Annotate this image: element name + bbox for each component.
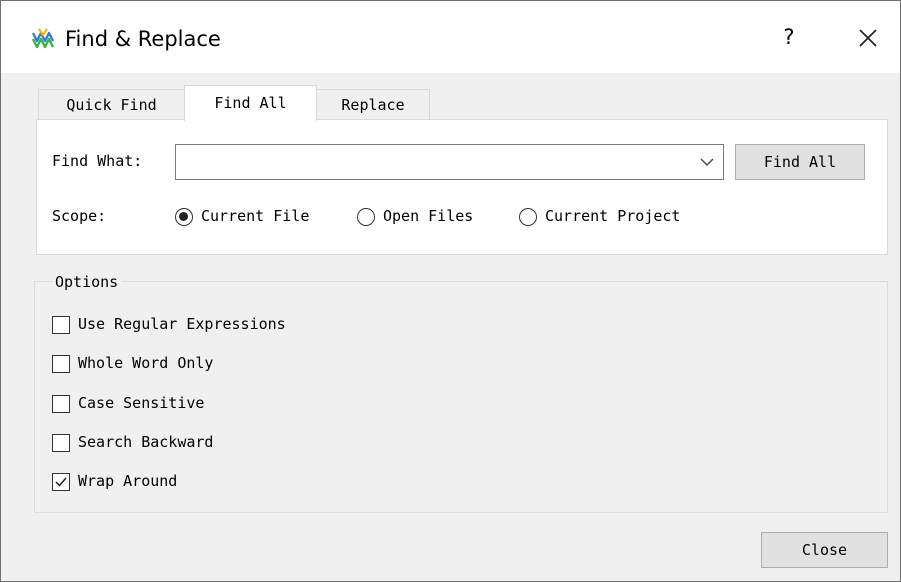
find-what-label: Find What:	[52, 152, 143, 170]
checkbox-unchecked-icon[interactable]	[52, 355, 70, 373]
checkbox-unchecked-icon[interactable]	[52, 316, 70, 334]
whole-word-label[interactable]: Whole Word Only	[78, 354, 213, 372]
radio-unselected-icon[interactable]	[357, 208, 375, 226]
find-what-input[interactable]	[180, 149, 684, 177]
checkmark-icon	[55, 477, 67, 487]
gowin-logo-icon	[31, 28, 55, 49]
scope-current-project-label[interactable]: Current Project	[545, 207, 680, 225]
find-replace-dialog: Find & Replace ? Quick Find Find All Rep…	[0, 0, 901, 582]
scope-label: Scope:	[52, 207, 107, 225]
tab-replace[interactable]: Replace	[316, 89, 430, 119]
tab-quick-find[interactable]: Quick Find	[38, 89, 185, 119]
title-bar[interactable]: Find & Replace ?	[1, 1, 900, 73]
use-regex-label[interactable]: Use Regular Expressions	[78, 315, 286, 333]
options-legend: Options	[53, 273, 123, 291]
tab-find-all[interactable]: Find All	[184, 85, 317, 121]
find-what-combobox[interactable]	[175, 144, 724, 180]
close-icon[interactable]	[853, 23, 883, 53]
help-button[interactable]: ?	[777, 25, 801, 53]
search-backward-label[interactable]: Search Backward	[78, 433, 213, 451]
radio-unselected-icon[interactable]	[519, 208, 537, 226]
close-button[interactable]: Close	[761, 532, 888, 568]
scope-open-files-label[interactable]: Open Files	[383, 207, 473, 225]
case-sensitive-label[interactable]: Case Sensitive	[78, 394, 204, 412]
checkbox-unchecked-icon[interactable]	[52, 434, 70, 452]
find-all-panel: Find What: Find All Scope: Current File …	[36, 119, 888, 255]
scope-current-file-label[interactable]: Current File	[201, 207, 309, 225]
window-title: Find & Replace	[65, 27, 221, 51]
chevron-down-icon[interactable]	[699, 156, 715, 168]
checkbox-checked-icon[interactable]	[52, 473, 70, 491]
wrap-around-label[interactable]: Wrap Around	[78, 472, 177, 490]
find-all-button[interactable]: Find All	[735, 144, 865, 180]
radio-selected-icon[interactable]	[175, 208, 193, 226]
checkbox-unchecked-icon[interactable]	[52, 395, 70, 413]
